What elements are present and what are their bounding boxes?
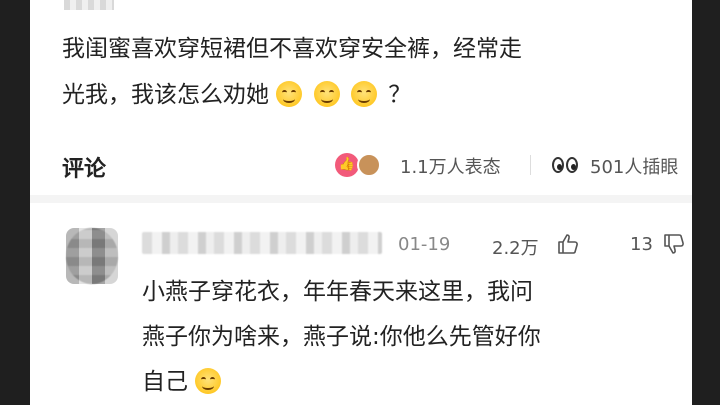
comment-text-line-3: 自己 xyxy=(142,369,188,395)
comments-header-bar: 评论 👍 1.1万人表态 501人插眼 xyxy=(30,135,692,193)
comment-text-line-2: 燕子你为啥来，燕子说:你他么先管好你 xyxy=(142,324,541,350)
smile-emoji-icon xyxy=(276,81,303,107)
comments-tab[interactable]: 评论 xyxy=(62,151,106,183)
avatar-mosaic xyxy=(66,228,118,284)
post-text-tail: ？ xyxy=(388,82,412,108)
comment-date: 01-19 xyxy=(398,234,451,255)
post-content: 我闺蜜喜欢穿短裙但不喜欢穿安全裤，经常走 光我，我该怎么劝她 ？ xyxy=(62,26,662,118)
comment-content: 小燕子穿花衣，年年春天来这里，我问 燕子你为啥来，燕子说:你他么先管好你 自己 xyxy=(142,270,672,405)
post-text-line-1: 我闺蜜喜欢穿短裙但不喜欢穿安全裤，经常走 xyxy=(62,36,522,62)
eyes-icon[interactable] xyxy=(550,155,580,175)
smile-emoji-icon xyxy=(313,81,340,107)
thumbs-up-icon[interactable] xyxy=(556,232,580,256)
smile-emoji-icon xyxy=(195,368,222,394)
comment-dislike-count: 13 xyxy=(630,234,653,255)
hat-reaction-icon xyxy=(357,153,381,177)
blurred-username[interactable] xyxy=(142,232,382,254)
reactions-count[interactable]: 1.1万人表态 xyxy=(400,153,501,179)
divider xyxy=(530,155,531,175)
post-text-line-2: 光我，我该怎么劝她 xyxy=(62,82,269,108)
thumbs-down-icon[interactable] xyxy=(662,232,686,256)
smile-emoji-icon xyxy=(350,81,377,107)
blurred-author-info xyxy=(64,0,114,10)
peek-count[interactable]: 501人插眼 xyxy=(590,153,678,179)
thumbs-up-reaction-icon: 👍 xyxy=(335,153,359,177)
section-separator xyxy=(30,195,692,203)
comment-like-count: 2.2万 xyxy=(492,238,539,259)
app-screen: 我闺蜜喜欢穿短裙但不喜欢穿安全裤，经常走 光我，我该怎么劝她 ？ 评论 👍 1.… xyxy=(30,0,692,405)
reaction-icons[interactable]: 👍 xyxy=(335,151,387,179)
comment-text-line-1: 小燕子穿花衣，年年春天来这里，我问 xyxy=(142,279,533,305)
